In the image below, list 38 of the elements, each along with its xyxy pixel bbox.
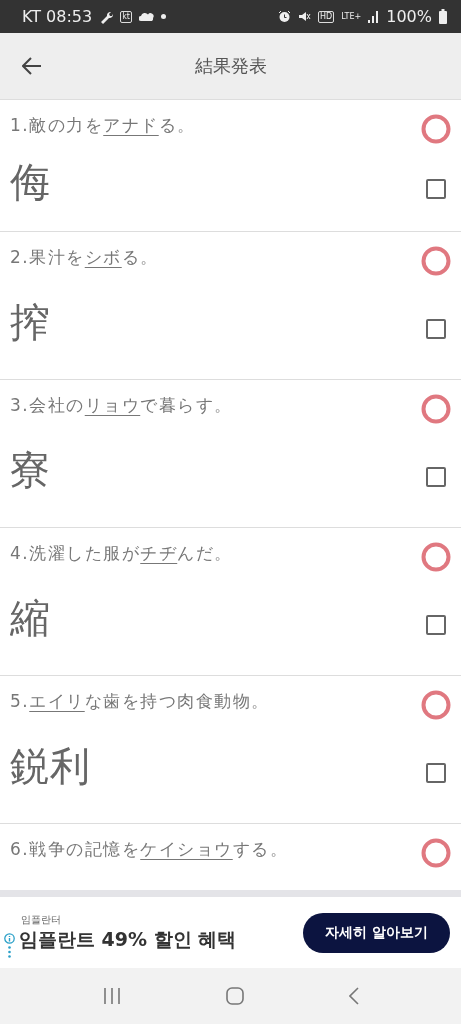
recent-apps-icon[interactable] xyxy=(102,988,121,1004)
hd-badge: HD xyxy=(318,10,335,23)
signal-icon xyxy=(368,10,380,23)
battery-percent: 100% xyxy=(386,7,432,26)
answer-kanji: 鋭利 xyxy=(10,742,91,791)
ad-advertiser: 임플란터 xyxy=(21,912,62,927)
home-icon[interactable] xyxy=(225,987,244,1005)
learn-more-button[interactable]: 자세히 알아보기 xyxy=(303,912,450,953)
answer-kanji: 侮 xyxy=(10,158,51,207)
answer-kanji: 寮 xyxy=(10,446,51,495)
info-icon[interactable] xyxy=(4,933,15,944)
question-text: 2.果汁を シボ る。 xyxy=(10,246,160,269)
alarm-icon xyxy=(278,10,292,23)
ad-headline: 임플란트 49% 할인 혜택 xyxy=(19,926,238,952)
battery-icon xyxy=(439,9,447,24)
answer-kanji: 搾 xyxy=(10,298,51,347)
question-text: 1.敵の力を アナド る。 xyxy=(10,114,197,137)
question-text: 4.洗濯した服がチヂんだ。 xyxy=(10,542,234,565)
carrier-badge: kt xyxy=(120,10,132,23)
back-icon[interactable] xyxy=(348,987,359,1005)
checkbox[interactable] xyxy=(426,466,446,487)
answer-kanji: 縮 xyxy=(10,594,51,643)
question-text: 6.戦争の記憶をケイショウする。 xyxy=(10,838,290,861)
cloud-icon xyxy=(139,12,154,21)
more-options-icon[interactable] xyxy=(8,946,11,958)
back-arrow-icon xyxy=(22,57,42,75)
mute-icon xyxy=(298,10,312,23)
wrench-icon xyxy=(99,9,114,24)
network-type: LTE+ xyxy=(341,12,362,21)
question-text: 5.エイリ な歯を持つ肉食動物。 xyxy=(10,690,271,713)
dot-icon xyxy=(161,14,166,19)
status-time: KT 08:53 xyxy=(22,7,93,26)
question-text: 3.会社の リョウ で暮らす。 xyxy=(10,394,234,417)
screen-title: 結果発表 xyxy=(194,54,267,78)
checkbox[interactable] xyxy=(426,178,446,199)
checkbox[interactable] xyxy=(426,614,446,635)
checkbox[interactable] xyxy=(426,762,446,783)
checkbox[interactable] xyxy=(426,318,446,339)
